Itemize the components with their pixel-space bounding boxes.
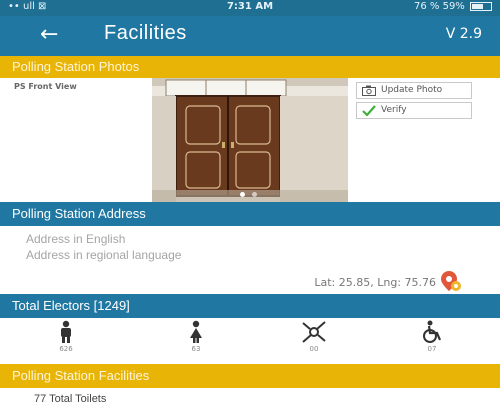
address-regional: Address in regional language [26,248,182,262]
elector-count: 00 [309,345,319,353]
verify-label: Verify [381,105,407,115]
battery-status: 76 % 59% [414,1,492,12]
elector-count: 07 [427,345,437,353]
photos-section-header: Polling Station Photos [0,56,500,78]
update-photo-button[interactable]: Update Photo [356,82,472,99]
battery-fill [472,3,483,9]
address-section-header: Polling Station Address [0,202,500,226]
update-photo-label: Update Photo [381,85,443,95]
carousel-dot[interactable] [252,192,257,197]
app-header: ← Facilities V 2.9 [0,16,500,56]
male-icon [61,320,71,343]
photo-area: PS Front View Update Photo Verify [0,78,500,202]
electors-section-header: Total Electors [1249] [0,294,500,318]
facilities-section-header: Polling Station Facilities [0,364,500,388]
page-title: Facilities [104,22,187,44]
elector-count: 63 [191,345,201,353]
location-pin-icon[interactable] [440,270,462,292]
battery-icon [470,1,492,11]
polling-station-photo[interactable] [152,78,348,202]
back-arrow-icon[interactable]: ← [40,21,58,49]
elector-group-pwd: 07 [412,320,452,362]
elector-group-female: 63 [176,320,216,362]
elector-count: 626 [59,345,73,353]
verify-button[interactable]: Verify [356,102,472,119]
camera-icon [362,85,376,96]
carousel-dots [236,192,266,198]
electors-area: 626 63 00 07 [0,318,500,364]
address-area: Address in English Address in regional l… [0,226,500,294]
checkmark-icon [362,105,376,116]
elector-group-third-gender: 00 [294,320,334,362]
facility-item: 77 Total Toilets [34,393,107,405]
status-bar: •• ull ⊠ 7:31 AM 76 % 59% [0,0,500,16]
third-gender-icon [302,321,326,343]
lat-lng-text: Lat: 25.85, Lng: 75.76 [314,276,436,289]
door-photo-image [152,78,348,202]
female-icon [190,320,202,343]
address-english: Address in English [26,232,126,246]
carousel-dot[interactable] [240,192,245,197]
battery-text: 76 % 59% [414,1,465,12]
wheelchair-icon [423,320,442,343]
photo-caption: PS Front View [14,82,77,91]
elector-group-male: 626 [46,320,86,362]
version-label: V 2.9 [445,26,482,42]
